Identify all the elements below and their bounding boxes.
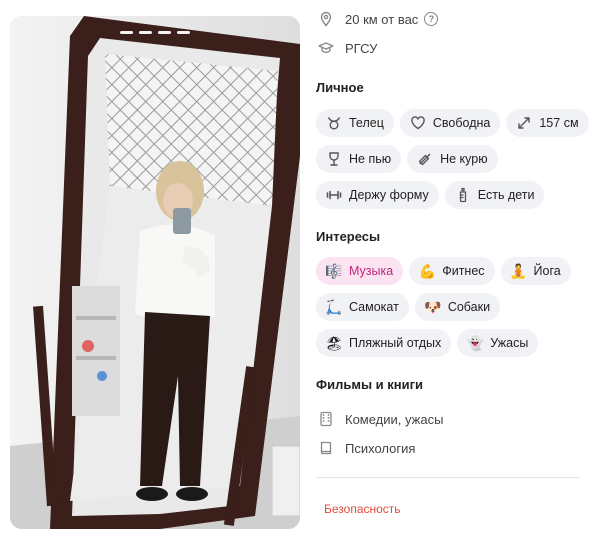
distance-text: 20 км от вас	[345, 11, 419, 27]
story-bar[interactable]	[120, 31, 133, 34]
interests-section-title: Интересы	[316, 229, 381, 244]
chip-label: Собаки	[447, 300, 491, 314]
ghost-icon: 👻	[466, 335, 484, 351]
interest-chips-row-1: 🎼 Музыка 💪 Фитнес 🧘 Йога	[316, 257, 571, 285]
divider	[316, 477, 580, 478]
personal-chips-row-1: Телец Свободна 157 см	[316, 109, 589, 137]
personal-section-title: Личное	[316, 80, 364, 95]
chip-label: Фитнес	[442, 264, 485, 278]
chip-fitness[interactable]: Держу форму	[316, 181, 439, 209]
profile-photo[interactable]	[10, 16, 300, 529]
interest-chip-fitness[interactable]: 💪 Фитнес	[409, 257, 495, 285]
chip-label: Есть дети	[477, 188, 535, 202]
interest-chip-horror[interactable]: 👻 Ужасы	[457, 329, 539, 357]
interest-chip-beach[interactable]: 🏖 Пляжный отдых	[316, 329, 452, 357]
chip-relationship[interactable]: Свободна	[399, 109, 501, 137]
dumbbell-icon	[325, 186, 343, 204]
personal-chips-row-3: Держу форму Есть дети	[316, 181, 545, 209]
distance-row: 20 км от вас ?	[316, 9, 439, 29]
photo-illustration	[10, 16, 300, 529]
story-indicator	[120, 31, 190, 34]
education-row: РГСУ	[316, 38, 377, 58]
chip-label: Телец	[349, 116, 384, 130]
personal-chips-row-2: Не пью Не курю	[316, 145, 498, 173]
interest-chips-row-3: 🏖 Пляжный отдых 👻 Ужасы	[316, 329, 539, 357]
flexed-biceps-icon: 💪	[418, 263, 436, 279]
beach-umbrella-icon: 🏖	[325, 335, 343, 351]
chip-height[interactable]: 157 см	[506, 109, 589, 137]
chip-zodiac[interactable]: Телец	[316, 109, 394, 137]
chip-label: Музыка	[349, 264, 394, 278]
films-text: Комедии, ужасы	[345, 411, 444, 427]
story-bar[interactable]	[139, 31, 152, 34]
yoga-icon: 🧘	[509, 263, 528, 279]
story-bar[interactable]	[158, 31, 171, 34]
taurus-icon	[325, 114, 343, 132]
dog-face-icon: 🐶	[424, 299, 442, 315]
help-icon[interactable]: ?	[424, 12, 439, 26]
films-row: Комедии, ужасы	[316, 409, 443, 429]
no-smoking-icon	[416, 150, 434, 168]
chip-label: Йога	[533, 264, 561, 278]
interest-chip-yoga[interactable]: 🧘 Йога	[500, 257, 571, 285]
chip-label: Самокат	[349, 300, 399, 314]
chip-children[interactable]: Есть дети	[444, 181, 545, 209]
book-icon	[316, 438, 336, 458]
books-text: Психология	[345, 440, 416, 456]
height-arrows-icon	[515, 114, 533, 132]
interest-chip-music[interactable]: 🎼 Музыка	[316, 257, 404, 285]
interest-chip-dogs[interactable]: 🐶 Собаки	[414, 293, 501, 321]
film-icon	[316, 409, 336, 429]
films-books-section-title: Фильмы и книги	[316, 377, 424, 392]
education-text: РГСУ	[345, 40, 378, 56]
chip-label: Держу форму	[349, 188, 429, 202]
chip-alcohol[interactable]: Не пью	[316, 145, 402, 173]
scooter-icon: 🛴	[325, 299, 343, 315]
graduation-cap-icon	[316, 38, 336, 58]
chip-label: Ужасы	[490, 336, 529, 350]
interest-chip-scooter[interactable]: 🛴 Самокат	[316, 293, 409, 321]
baby-bottle-icon	[454, 186, 472, 204]
books-row: Психология	[316, 438, 415, 458]
heart-outline-icon	[409, 114, 427, 132]
location-pin-icon	[316, 9, 336, 29]
wine-glass-icon	[325, 150, 343, 168]
interest-chips-row-2: 🛴 Самокат 🐶 Собаки	[316, 293, 501, 321]
music-score-icon: 🎼	[325, 263, 343, 279]
chip-label: Пляжный отдых	[349, 336, 442, 350]
story-bar[interactable]	[177, 31, 190, 34]
chip-label: Свободна	[432, 116, 491, 130]
safety-link[interactable]: Безопасность	[324, 502, 401, 516]
chip-label: 157 см	[539, 116, 579, 130]
chip-smoking[interactable]: Не курю	[407, 145, 498, 173]
chip-label: Не курю	[440, 152, 488, 166]
chip-label: Не пью	[349, 152, 392, 166]
